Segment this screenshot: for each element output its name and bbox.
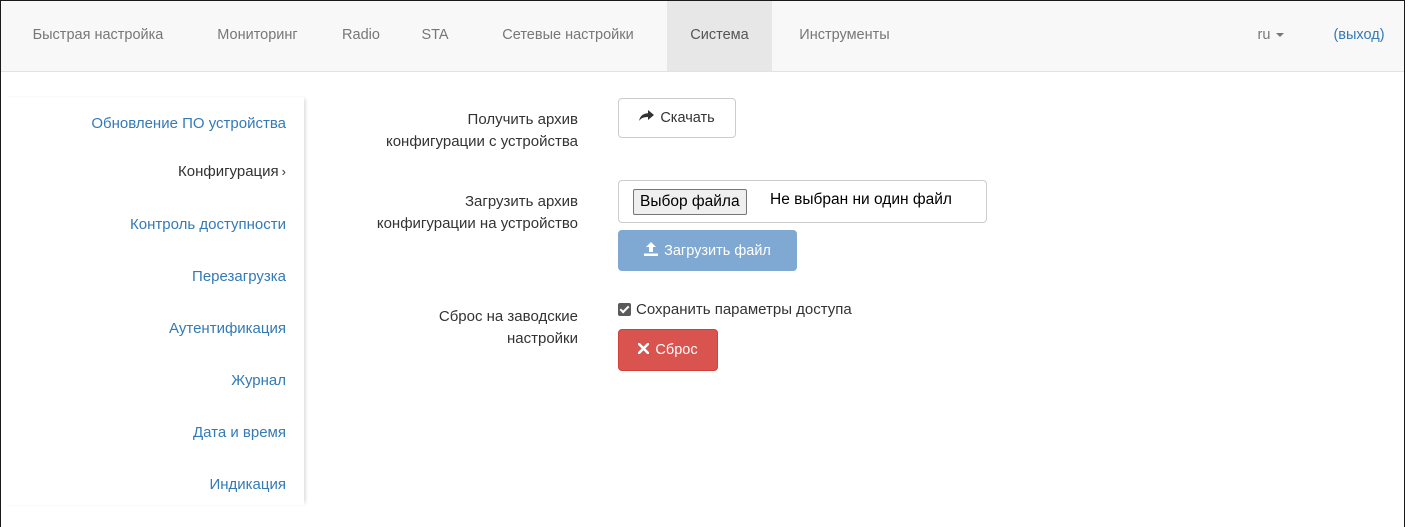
nav-item-radio[interactable]: Radio	[328, 1, 394, 71]
upload-config-label: Загрузить архив конфигурации на устройст…	[318, 191, 578, 235]
upload-label-line1: Загрузить архив	[464, 193, 578, 210]
sidebar-item-authentication[interactable]: Аутентификация	[169, 320, 286, 337]
keep-access-params-row: Сохранить параметры доступа	[618, 301, 852, 318]
nav-item-quick-setup[interactable]: Быстрая настройка	[8, 1, 188, 71]
keep-access-params-checkbox[interactable]	[618, 303, 631, 316]
top-navbar: Быстрая настройка Мониторинг Radio STA С…	[1, 1, 1404, 72]
sidebar-item-availability-control[interactable]: Контроль доступности	[130, 216, 286, 233]
nav-item-system[interactable]: Система	[667, 1, 772, 71]
reset-button-label: Сброс	[655, 342, 698, 358]
sidebar-nav: Обновление ПО устройства Конфигурация › К…	[1, 97, 304, 505]
nav-item-network-settings[interactable]: Сетевые настройки	[477, 1, 659, 71]
nav-item-monitoring[interactable]: Мониторинг	[195, 1, 320, 71]
language-dropdown[interactable]: ru	[1245, 1, 1297, 71]
close-x-icon	[638, 342, 650, 358]
reset-label-line2: настройки	[506, 330, 578, 347]
sidebar-item-firmware-update[interactable]: Обновление ПО устройства	[91, 115, 286, 132]
logout-link[interactable]: (выход)	[1319, 1, 1399, 71]
sidebar-item-log[interactable]: Журнал	[231, 372, 286, 389]
nav-item-sta[interactable]: STA	[406, 1, 464, 71]
choose-file-button[interactable]: Выбор файла	[633, 189, 747, 215]
download-button[interactable]: Скачать	[618, 98, 736, 138]
reset-label-line1: Сброс на заводские	[438, 308, 578, 325]
sidebar-item-configuration[interactable]: Конфигурация ›	[178, 163, 286, 180]
chevron-right-icon: ›	[281, 164, 286, 179]
upload-icon	[644, 241, 659, 260]
nav-item-tools[interactable]: Инструменты	[777, 1, 912, 71]
caret-down-icon	[1276, 33, 1285, 38]
download-label-line2: конфигурации с устройства	[385, 133, 578, 150]
keep-access-params-label: Сохранить параметры доступа	[636, 301, 852, 318]
file-status-text: Не выбран ни один файл	[770, 191, 952, 208]
factory-reset-label: Сброс на заводские настройки	[318, 306, 578, 350]
file-input[interactable]: Выбор файла Не выбран ни один файл	[618, 180, 987, 223]
upload-file-button[interactable]: Загрузить файл	[618, 230, 797, 271]
upload-button-label: Загрузить файл	[664, 242, 771, 259]
sidebar-item-reboot[interactable]: Перезагрузка	[192, 268, 286, 285]
upload-label-line2: конфигурации на устройство	[376, 215, 578, 232]
sidebar-item-date-time[interactable]: Дата и время	[193, 424, 286, 441]
app-window: Быстрая настройка Мониторинг Radio STA С…	[0, 0, 1405, 527]
language-current: ru	[1257, 27, 1271, 43]
share-arrow-icon	[639, 110, 655, 126]
download-config-label: Получить архив конфигурации с устройства	[318, 109, 578, 153]
sidebar-item-label: Конфигурация	[177, 163, 279, 180]
sidebar-item-indication[interactable]: Индикация	[209, 476, 286, 493]
download-button-label: Скачать	[660, 110, 715, 126]
download-label-line1: Получить архив	[467, 111, 578, 128]
reset-button[interactable]: Сброс	[618, 329, 718, 371]
